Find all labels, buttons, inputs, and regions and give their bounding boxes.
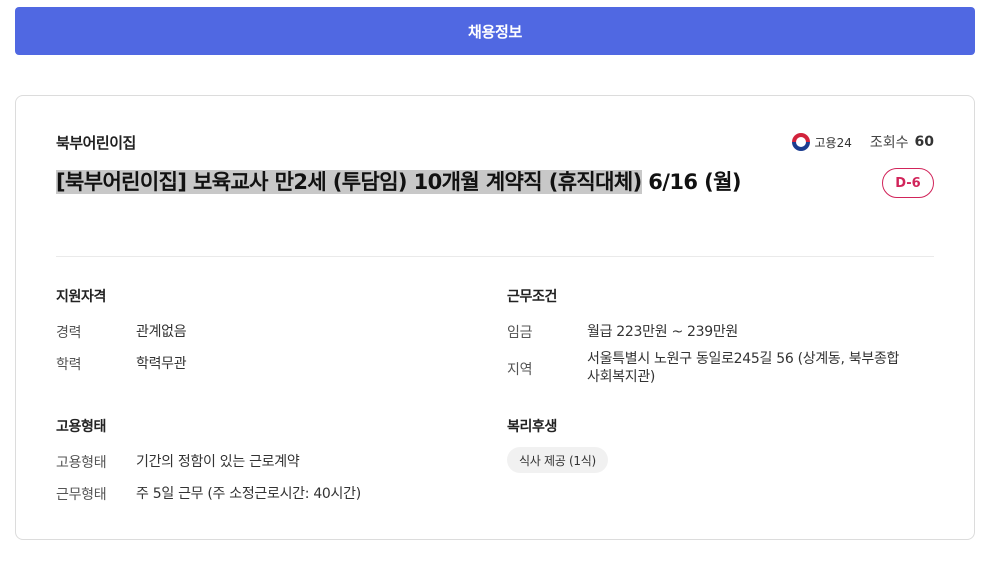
wage-label: 임금 — [507, 325, 533, 341]
job-meta: 고용24 조회수 60 — [791, 132, 934, 152]
section-conditions: 근무조건 — [507, 289, 557, 305]
education-label: 학력 — [56, 357, 82, 373]
employment-type-value: 기간의 정함이 있는 근로계약 — [136, 454, 300, 470]
career-value: 관계없음 — [136, 324, 187, 340]
region-value-line1: 서울특별시 노원구 동일로245길 56 (상계동, 북부종합 — [587, 351, 900, 367]
divider — [56, 256, 934, 257]
career-label: 경력 — [56, 325, 82, 341]
taegeuk-icon — [791, 133, 810, 151]
job-title: [북부어린이집] 보육교사 만2세 (투담임) 10개월 계약직 (휴직대체) … — [56, 166, 756, 199]
region-label: 지역 — [507, 362, 533, 378]
section-employment: 고용형태 — [56, 419, 106, 435]
job-info-button[interactable]: 채용정보 — [15, 7, 975, 55]
job-card: 북부어린이집 고용24 조회수 60 [북부어린이집] 보육교사 만2세 (투담… — [15, 95, 975, 540]
source-label: 고용24 — [814, 135, 852, 150]
education-value: 학력무관 — [136, 356, 187, 372]
welfare-chip: 식사 제공 (1식) — [507, 447, 608, 473]
employment-type-label: 고용형태 — [56, 455, 107, 471]
section-welfare: 복리후생 — [507, 419, 557, 435]
source-badge: 고용24 — [791, 133, 852, 151]
job-title-highlight: [북부어린이집] 보육교사 만2세 (투담임) 10개월 계약직 (휴직대체) — [56, 170, 642, 194]
work-type-value: 주 5일 근무 (주 소정근로시간: 40시간) — [136, 486, 361, 502]
work-type-label: 근무형태 — [56, 487, 107, 503]
wage-value: 월급 223만원 ~ 239만원 — [587, 324, 739, 340]
job-title-date: 6/16 (월) — [641, 170, 741, 194]
view-count: 조회수 60 — [870, 132, 934, 152]
section-qualifications: 지원자격 — [56, 289, 106, 305]
dday-badge: D-6 — [882, 168, 934, 198]
views-number: 60 — [914, 134, 934, 150]
views-label: 조회수 — [869, 135, 909, 151]
region-value-line2: 사회복지관) — [587, 369, 656, 385]
region-value: 서울특별시 노원구 동일로245길 56 (상계동, 북부종합 사회복지관) — [587, 350, 947, 386]
company-name: 북부어린이집 — [56, 134, 136, 152]
